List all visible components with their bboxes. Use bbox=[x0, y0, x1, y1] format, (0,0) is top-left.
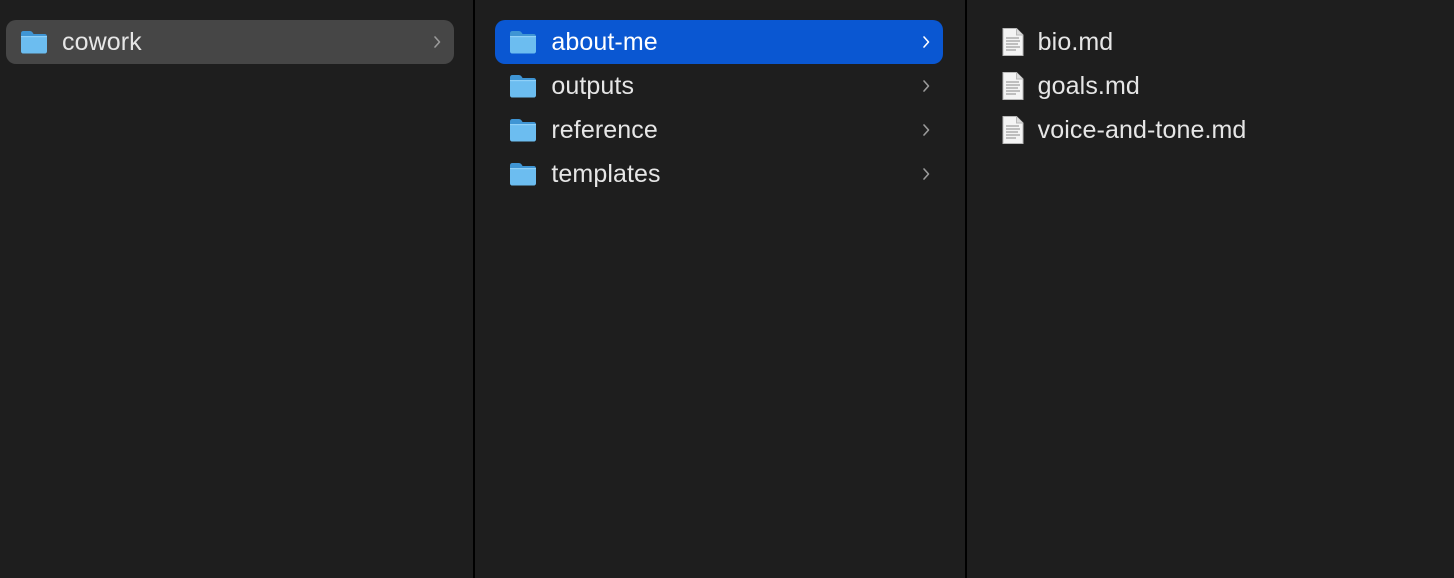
column-1[interactable]: cowork bbox=[0, 0, 473, 578]
folder-icon bbox=[21, 31, 47, 54]
chevron-right-icon bbox=[923, 80, 930, 92]
file-row-voice-and-tone[interactable]: voice-and-tone.md bbox=[987, 108, 1435, 152]
folder-label: cowork bbox=[62, 27, 142, 56]
file-row-goals[interactable]: goals.md bbox=[987, 64, 1435, 108]
file-row-bio[interactable]: bio.md bbox=[987, 20, 1435, 64]
folder-row-reference[interactable]: reference bbox=[495, 108, 943, 152]
folder-icon bbox=[510, 31, 537, 54]
finder-column-view: cowork about-me outputs reference templa… bbox=[0, 0, 1454, 578]
column-2[interactable]: about-me outputs reference templates bbox=[475, 0, 964, 578]
folder-row-about-me[interactable]: about-me bbox=[495, 20, 944, 64]
document-icon bbox=[1002, 72, 1024, 100]
document-icon bbox=[1002, 28, 1024, 56]
file-label: goals.md bbox=[1037, 71, 1140, 100]
folder-label: reference bbox=[551, 115, 658, 144]
column-3[interactable]: bio.md goals.md voice-and-tone.md bbox=[967, 0, 1454, 578]
chevron-right-icon bbox=[923, 168, 930, 180]
folder-row-cowork[interactable]: cowork bbox=[6, 20, 454, 64]
folder-row-outputs[interactable]: outputs bbox=[495, 64, 943, 108]
chevron-right-icon bbox=[434, 36, 441, 48]
folder-label: outputs bbox=[551, 71, 635, 100]
file-label: voice-and-tone.md bbox=[1037, 115, 1247, 144]
document-icon bbox=[1002, 116, 1024, 144]
folder-row-templates[interactable]: templates bbox=[495, 152, 943, 196]
folder-icon bbox=[510, 75, 537, 98]
chevron-right-icon bbox=[923, 36, 930, 48]
folder-label: templates bbox=[551, 159, 661, 188]
file-label: bio.md bbox=[1037, 27, 1114, 56]
chevron-right-icon bbox=[923, 124, 930, 136]
folder-icon bbox=[510, 163, 537, 186]
folder-label: about-me bbox=[551, 27, 658, 56]
folder-icon bbox=[510, 119, 537, 142]
